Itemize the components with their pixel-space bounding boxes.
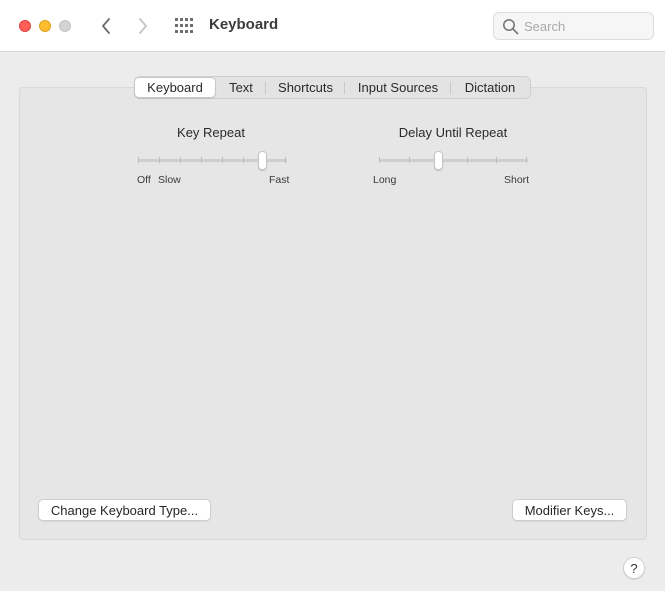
slider-track [379,159,528,162]
key-repeat-title: Key Repeat [177,125,245,140]
key-repeat-slow-label: Slow [158,174,181,186]
zoom-window-button[interactable] [59,20,71,32]
slider-tick [379,157,380,163]
slider-tick [201,157,202,163]
button-label: Modifier Keys... [524,502,615,518]
help-button[interactable]: ? [623,557,645,579]
key-repeat-slider-thumb[interactable] [258,151,267,170]
modifier-keys-button[interactable]: Modifier Keys... [512,499,627,521]
search-field[interactable] [493,12,654,40]
button-label: Change Keyboard Type... [50,502,199,518]
delay-until-repeat-slider-thumb[interactable] [434,151,443,170]
content-panel [19,87,647,540]
delay-short-label: Short [504,174,530,186]
search-icon [503,19,519,35]
tab-label: Keyboard [147,80,203,95]
key-repeat-off-label: Off [137,174,151,186]
slider-tick [138,157,139,163]
slider-tick [409,157,410,163]
window-title: Keyboard [209,16,279,33]
tab-bar: Keyboard Text Shortcuts Input Sources Di… [134,76,531,99]
slider-tick [159,157,160,163]
slider-tick [243,157,244,163]
slider-tick [467,157,468,163]
tab-label: Input Sources [357,80,439,95]
help-label: ? [630,560,638,576]
grid-icon[interactable] [175,18,193,34]
slider-tick [285,157,286,163]
title-bar: Keyboard [0,0,665,52]
slider-tick [222,157,223,163]
slider-tick [496,157,497,163]
minimize-window-button[interactable] [39,20,51,32]
tab-label: Dictation [464,80,516,95]
search-input[interactable] [524,17,646,35]
delay-long-label: Long [373,174,397,186]
change-keyboard-type-button[interactable]: Change Keyboard Type... [38,499,211,521]
slider-tick [180,157,181,163]
forward-button[interactable] [132,14,154,38]
tab-label: Text [229,80,253,95]
tab-shortcuts[interactable]: Shortcuts [266,77,345,98]
delay-until-repeat-title: Delay Until Repeat [398,125,508,140]
back-button[interactable] [95,14,117,38]
chevron-left-icon [102,18,110,34]
tab-dictation[interactable]: Dictation [451,77,529,98]
chevron-right-icon [139,18,147,34]
slider-tick [526,157,527,163]
tab-label: Shortcuts [278,80,333,95]
tab-keyboard[interactable]: Keyboard [134,77,216,98]
key-repeat-fast-label: Fast [269,174,290,186]
tab-text[interactable]: Text [216,77,266,98]
close-window-button[interactable] [19,20,31,32]
tab-input-sources[interactable]: Input Sources [345,77,451,98]
